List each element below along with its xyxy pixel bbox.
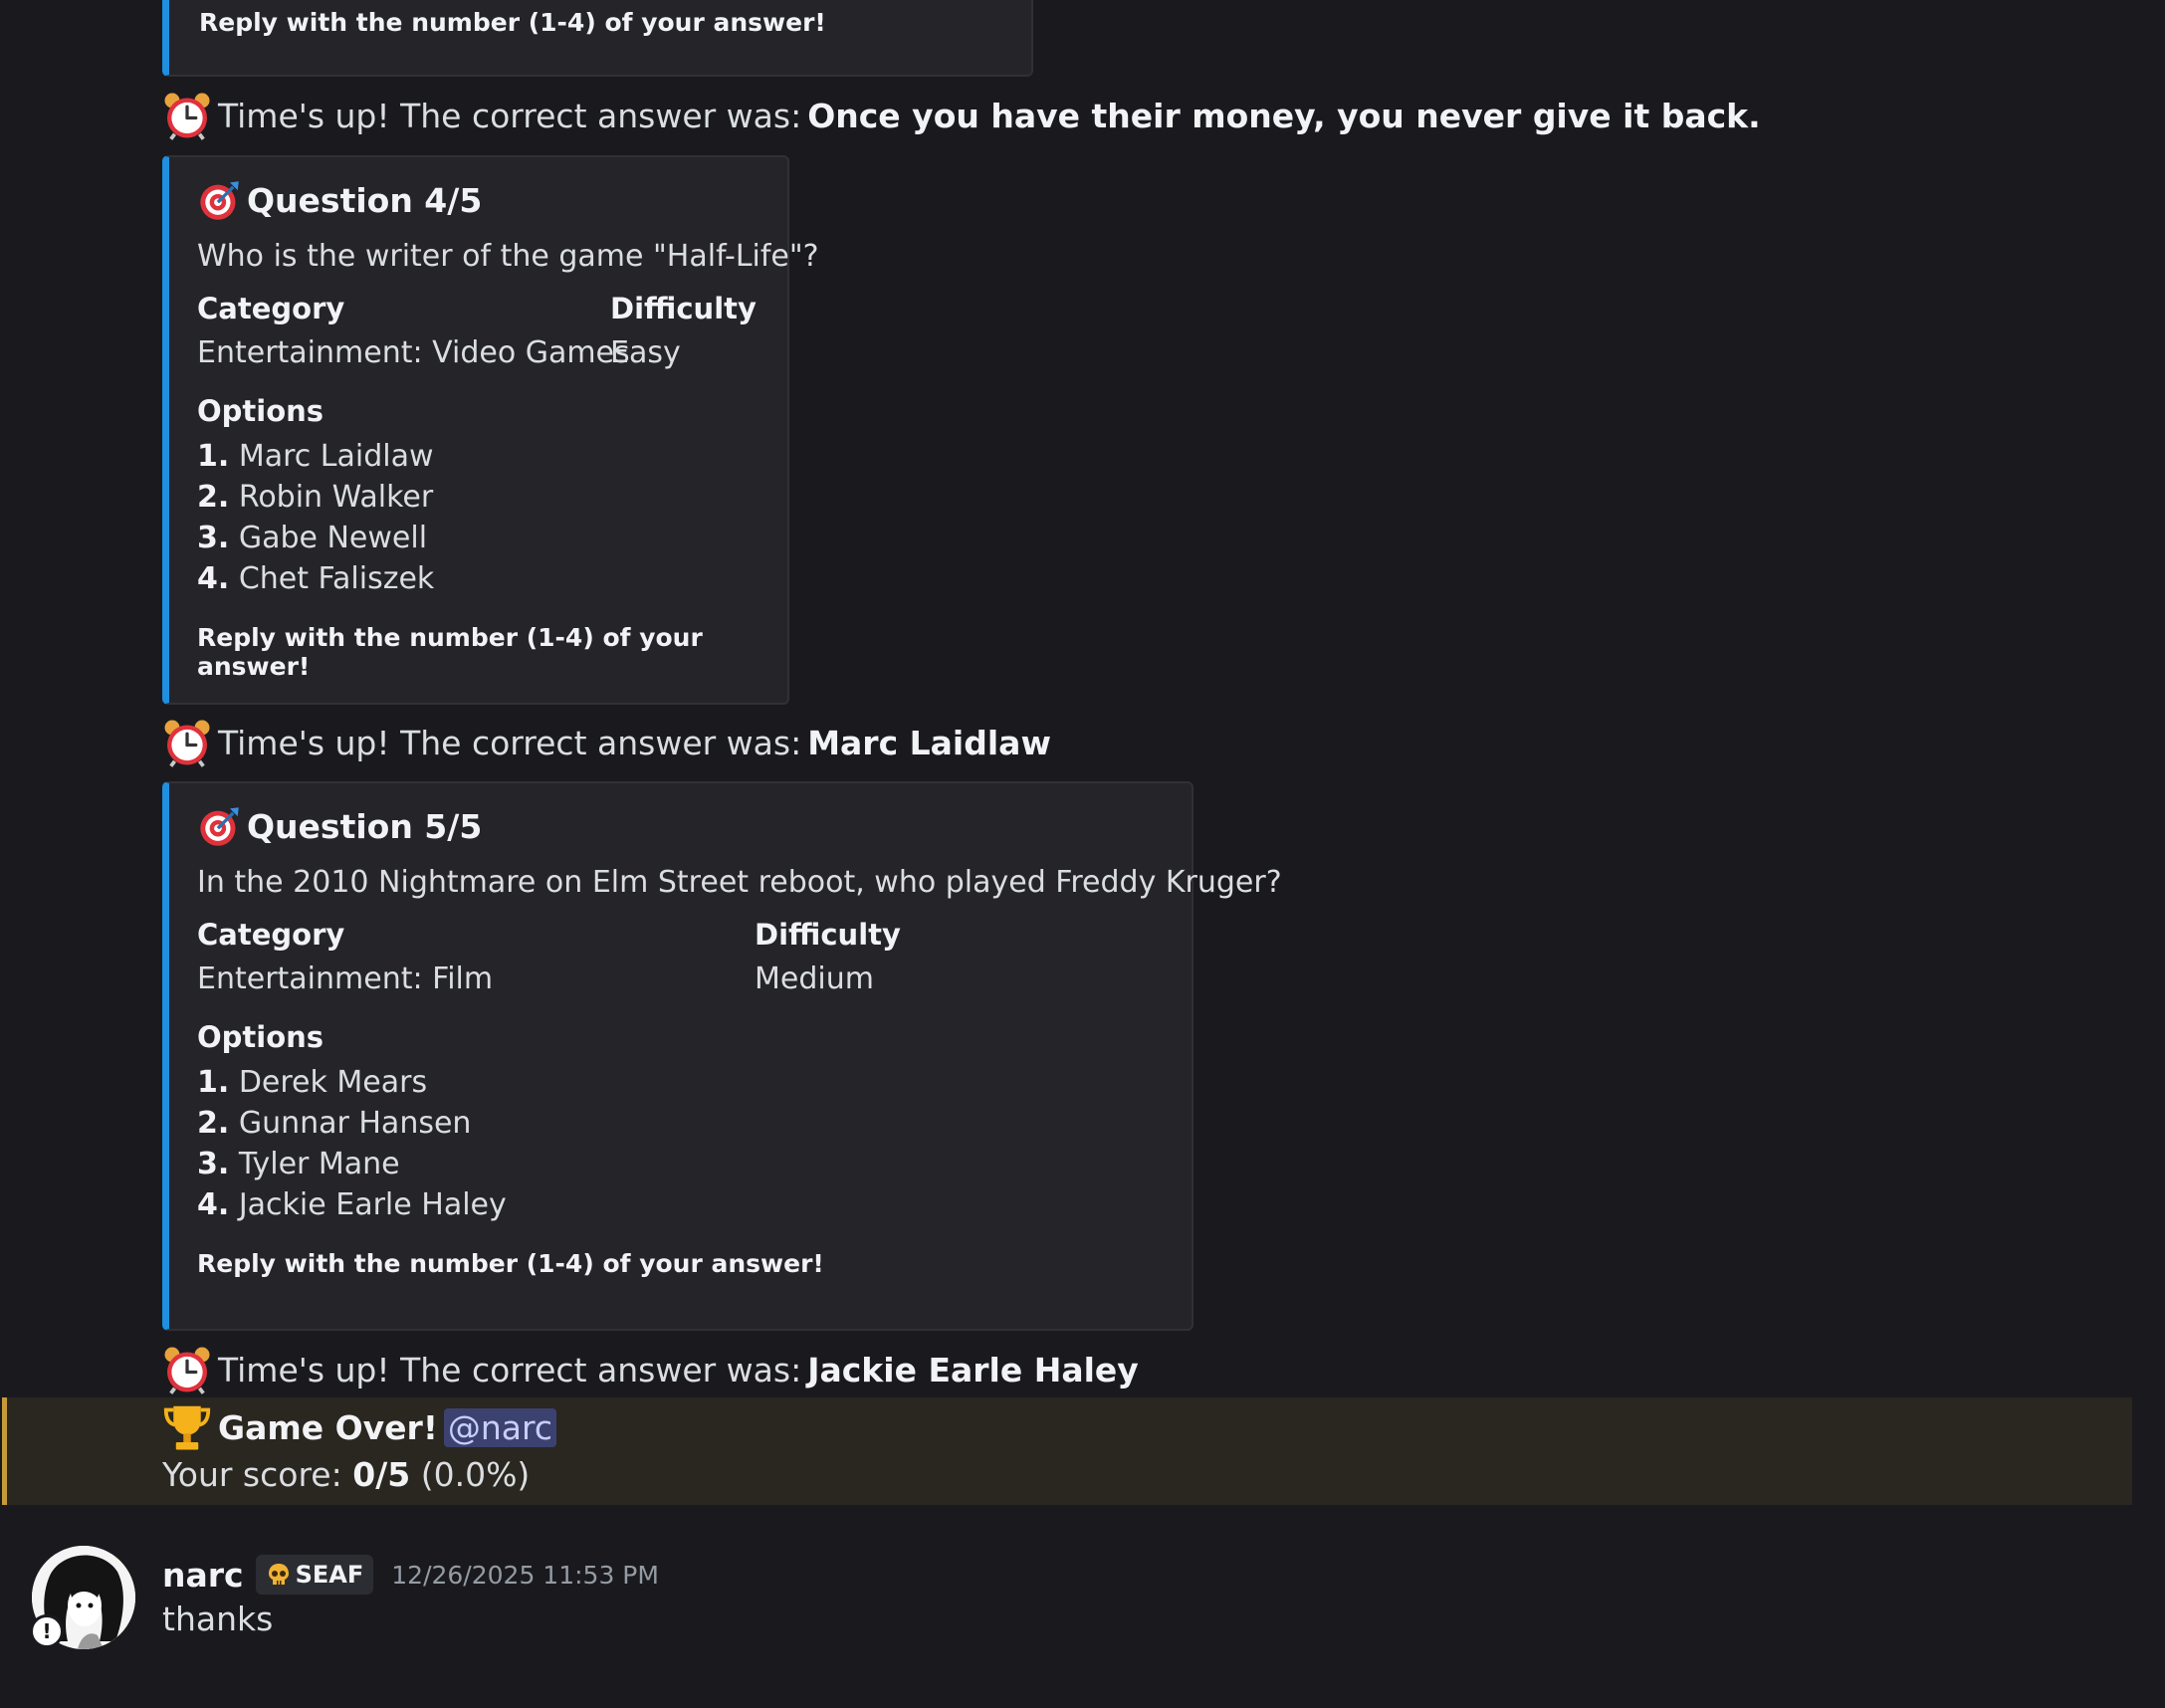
- username[interactable]: narc: [162, 1556, 244, 1595]
- question-fields: Category Entertainment: Video Games Diff…: [197, 292, 759, 370]
- previous-question-embed: Reply with the number (1-4) of your answ…: [162, 0, 1033, 77]
- avatar-status-badge: !: [30, 1614, 64, 1648]
- question-embed: Question 5/5 In the 2010 Nightmare on El…: [162, 781, 1282, 1331]
- options-label: Options: [197, 1020, 325, 1054]
- message-timestamp: 12/26/2025 11:53 PM: [391, 1560, 659, 1590]
- option-item: 2. Gunnar Hansen: [197, 1106, 472, 1141]
- option-item: 3. Gabe Newell: [197, 521, 428, 555]
- timeup-label: Time's up! The correct answer was:: [218, 96, 802, 135]
- question-text: Who is the writer of the game "Half-Life…: [197, 239, 819, 274]
- timeup-message: Time's up! The correct answer was: Once …: [162, 90, 1761, 141]
- category-field: Category Entertainment: Film: [197, 918, 755, 996]
- score-line: Your score: 0/5 (0.0%): [162, 1455, 530, 1494]
- direct-hit-icon: [197, 178, 241, 222]
- options-label: Options: [197, 394, 325, 428]
- gameover-title-line: Game Over! @narc: [162, 1401, 557, 1453]
- direct-hit-icon: [197, 804, 241, 848]
- category-label: Category: [197, 918, 345, 952]
- option-item: 4. Jackie Earle Haley: [197, 1187, 507, 1222]
- option-item: 4. Chet Faliszek: [197, 561, 435, 596]
- category-label: Category: [197, 292, 345, 325]
- question-title-text: Question 4/5: [247, 180, 483, 220]
- skull-icon: [268, 1564, 289, 1585]
- difficulty-value: Easy: [610, 335, 681, 370]
- option-item: 1. Derek Mears: [197, 1065, 428, 1100]
- difficulty-value: Medium: [755, 961, 874, 996]
- alarm-clock-icon: [162, 718, 212, 767]
- alarm-clock-icon: [162, 91, 212, 140]
- option-item: 1. Marc Laidlaw: [197, 439, 434, 474]
- embed-footer: Reply with the number (1-4) of your answ…: [197, 623, 703, 681]
- score-percent: (0.0%): [420, 1455, 531, 1494]
- difficulty-field: Difficulty Easy: [610, 292, 757, 370]
- user-mention[interactable]: @narc: [443, 1407, 557, 1447]
- options-list: 1. Derek Mears 2. Gunnar Hansen 3. Tyler…: [197, 1062, 1164, 1225]
- question-title: Question 4/5: [197, 177, 759, 223]
- category-field: Category Entertainment: Video Games: [197, 292, 630, 370]
- option-item: 2. Robin Walker: [197, 480, 434, 515]
- timeup-label: Time's up! The correct answer was:: [218, 723, 802, 762]
- correct-answer: Marc Laidlaw: [807, 723, 1051, 762]
- score-value: 0/5: [352, 1455, 411, 1494]
- option-item: 3. Tyler Mane: [197, 1147, 400, 1181]
- timeup-message: Time's up! The correct answer was: Jacki…: [162, 1344, 1139, 1395]
- difficulty-field: Difficulty Medium: [755, 918, 901, 996]
- category-value: Entertainment: Video Games: [197, 335, 630, 370]
- category-value: Entertainment: Film: [197, 961, 494, 996]
- trophy-icon: [162, 1402, 212, 1452]
- options-list: 1. Marc Laidlaw 2. Robin Walker 3. Gabe …: [197, 436, 759, 599]
- embed-footer: Reply with the number (1-4) of your answ…: [199, 8, 826, 37]
- question-title: Question 5/5: [197, 803, 1164, 849]
- score-label: Your score:: [162, 1455, 342, 1494]
- message-header: narc SEAF 12/26/2025 11:53 PM: [162, 1553, 659, 1597]
- question-text: In the 2010 Nightmare on Elm Street rebo…: [197, 865, 1282, 900]
- question-title-text: Question 5/5: [247, 806, 483, 846]
- server-tag-label: SEAF: [295, 1561, 364, 1589]
- correct-answer: Once you have their money, you never giv…: [807, 96, 1761, 135]
- alarm-clock-icon: [162, 1345, 212, 1394]
- embed-footer: Reply with the number (1-4) of your answ…: [197, 1249, 824, 1278]
- message-text: thanks: [162, 1600, 274, 1638]
- difficulty-label: Difficulty: [610, 292, 757, 325]
- question-embed: Question 4/5 Who is the writer of the ga…: [162, 155, 819, 705]
- difficulty-label: Difficulty: [755, 918, 901, 952]
- timeup-message: Time's up! The correct answer was: Marc …: [162, 717, 1051, 768]
- timeup-label: Time's up! The correct answer was:: [218, 1350, 802, 1389]
- question-fields: Category Entertainment: Film Difficulty …: [197, 918, 1164, 996]
- gameover-title: Game Over!: [218, 1407, 438, 1447]
- correct-answer: Jackie Earle Haley: [807, 1350, 1139, 1389]
- server-tag[interactable]: SEAF: [255, 1555, 374, 1595]
